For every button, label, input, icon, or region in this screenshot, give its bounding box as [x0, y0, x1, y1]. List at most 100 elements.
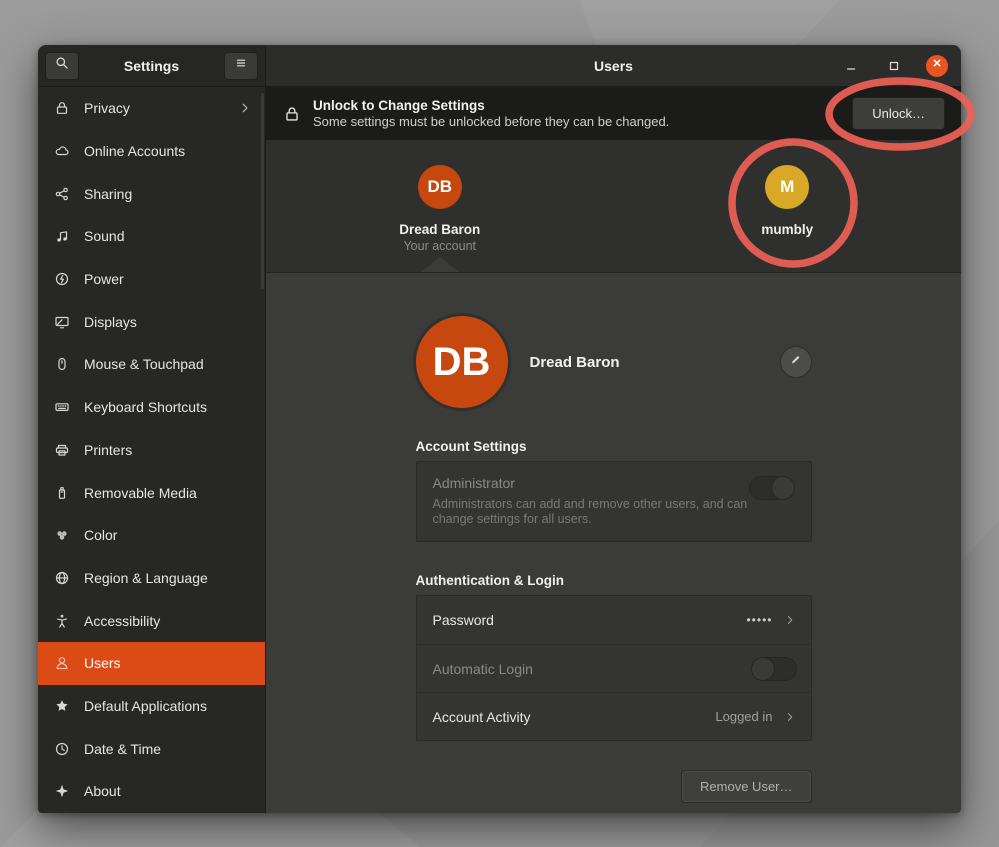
user-identity-row: DB Dread Baron: [416, 316, 812, 408]
remove-user-button[interactable]: Remove User…: [681, 770, 811, 803]
chevron-right-icon: [783, 710, 797, 724]
unlock-banner-title: Unlock to Change Settings: [313, 97, 669, 114]
star-icon: [54, 698, 70, 714]
close-icon: [929, 55, 945, 76]
search-button[interactable]: [45, 52, 79, 80]
sidebar-item-users[interactable]: Users: [38, 642, 265, 685]
authentication-card: Password ••••• Automatic Login: [416, 595, 812, 741]
cloud-icon: [54, 143, 70, 159]
color-icon: [54, 527, 70, 543]
sidebar-item-about[interactable]: About: [38, 770, 265, 813]
sidebar-scrollbar[interactable]: [261, 93, 264, 289]
authentication-login-header: Authentication & Login: [416, 573, 812, 588]
administrator-toggle[interactable]: [749, 476, 795, 500]
edit-name-button[interactable]: [780, 346, 812, 378]
sidebar-item-online-accounts[interactable]: Online Accounts: [38, 130, 265, 173]
window-controls: [840, 55, 961, 77]
administrator-row: Administrator Administrators can add and…: [417, 462, 811, 541]
users-panel: Unlock to Change Settings Some settings …: [266, 87, 961, 813]
sidebar-item-label: Keyboard Shortcuts: [84, 399, 253, 415]
lock-icon: [54, 100, 70, 116]
sidebar-item-label: Sound: [84, 228, 253, 244]
sidebar-item-label: About: [84, 783, 253, 799]
sidebar-item-sharing[interactable]: Sharing: [38, 172, 265, 215]
avatar: M: [765, 165, 809, 209]
sidebar-item-printers[interactable]: Printers: [38, 429, 265, 472]
password-label: Password: [433, 612, 494, 628]
user-carousel: DB Dread Baron Your account M mumbly: [266, 140, 961, 273]
sidebar-item-label: Sharing: [84, 186, 253, 202]
user-detail-panel: DB Dread Baron Account Settings A: [266, 273, 961, 813]
administrator-label: Administrator: [433, 475, 795, 491]
account-activity-row[interactable]: Account Activity Logged in: [417, 692, 811, 740]
close-button[interactable]: [926, 55, 948, 77]
account-settings-header: Account Settings: [416, 439, 812, 454]
hamburger-icon: [233, 55, 249, 76]
removable-media-icon: [54, 485, 70, 501]
settings-window: Settings Users: [38, 45, 961, 813]
search-icon: [54, 55, 70, 76]
password-row[interactable]: Password •••••: [417, 596, 811, 644]
menu-button[interactable]: [224, 52, 258, 80]
app-title: Settings: [79, 58, 224, 74]
unlock-banner-subtitle: Some settings must be unlocked before th…: [313, 114, 669, 130]
sidebar-item-mouse-touchpad[interactable]: Mouse & Touchpad: [38, 343, 265, 386]
unlock-button[interactable]: Unlock…: [852, 97, 945, 130]
unlock-banner-text: Unlock to Change Settings Some settings …: [313, 97, 669, 130]
avatar: DB: [416, 316, 508, 408]
user-full-name: Dread Baron: [530, 354, 620, 371]
sidebar-item-label: Removable Media: [84, 485, 253, 501]
content-header: Users: [266, 45, 961, 87]
maximize-button[interactable]: [883, 55, 905, 77]
sidebar-item-sound[interactable]: Sound: [38, 215, 265, 258]
minimize-button[interactable]: [840, 55, 862, 77]
automatic-login-label: Automatic Login: [433, 661, 533, 677]
account-activity-value: Logged in: [715, 709, 772, 724]
accessibility-icon: [54, 613, 70, 629]
automatic-login-row: Automatic Login: [417, 644, 811, 692]
clock-icon: [54, 741, 70, 757]
toggle-knob: [751, 657, 775, 681]
sidebar-item-label: Displays: [84, 314, 253, 330]
sidebar-item-date-time[interactable]: Date & Time: [38, 727, 265, 770]
sidebar: Privacy Online Accounts Sharing Sound: [38, 87, 266, 813]
desktop-background: Settings Users: [0, 0, 999, 847]
sidebar-item-displays[interactable]: Displays: [38, 300, 265, 343]
sidebar-item-label: Date & Time: [84, 741, 253, 757]
sidebar-item-accessibility[interactable]: Accessibility: [38, 599, 265, 642]
administrator-description: Administrators can add and remove other …: [433, 497, 753, 527]
avatar: DB: [418, 165, 462, 209]
password-value: •••••: [746, 613, 772, 627]
sidebar-item-color[interactable]: Color: [38, 514, 265, 557]
automatic-login-toggle[interactable]: [751, 657, 797, 681]
toggle-knob: [771, 476, 795, 500]
titlebar: Settings Users: [38, 45, 961, 87]
power-icon: [54, 271, 70, 287]
sidebar-item-region-language[interactable]: Region & Language: [38, 557, 265, 600]
account-settings-card: Administrator Administrators can add and…: [416, 461, 812, 542]
sidebar-item-label: Printers: [84, 442, 253, 458]
sidebar-item-label: Region & Language: [84, 570, 253, 586]
sidebar-item-label: Mouse & Touchpad: [84, 356, 253, 372]
account-activity-label: Account Activity: [433, 709, 531, 725]
sidebar-item-default-applications[interactable]: Default Applications: [38, 685, 265, 728]
sidebar-item-label: Power: [84, 271, 253, 287]
user-name: Dread Baron: [399, 222, 480, 237]
sidebar-item-removable-media[interactable]: Removable Media: [38, 471, 265, 514]
carousel-user-mumbly[interactable]: M mumbly: [614, 140, 962, 272]
chevron-right-icon: [783, 613, 797, 627]
sparkle-icon: [54, 783, 70, 799]
sidebar-item-keyboard-shortcuts[interactable]: Keyboard Shortcuts: [38, 386, 265, 429]
display-icon: [54, 314, 70, 330]
sidebar-item-privacy[interactable]: Privacy: [38, 87, 265, 130]
lock-icon: [283, 105, 301, 123]
carousel-user-dread-baron[interactable]: DB Dread Baron Your account: [266, 140, 614, 272]
globe-icon: [54, 570, 70, 586]
user-name: mumbly: [761, 222, 813, 237]
keyboard-icon: [54, 399, 70, 415]
printer-icon: [54, 442, 70, 458]
sidebar-item-label: Online Accounts: [84, 143, 253, 159]
sidebar-item-label: Accessibility: [84, 613, 253, 629]
sidebar-item-power[interactable]: Power: [38, 258, 265, 301]
sidebar-item-label: Default Applications: [84, 698, 253, 714]
